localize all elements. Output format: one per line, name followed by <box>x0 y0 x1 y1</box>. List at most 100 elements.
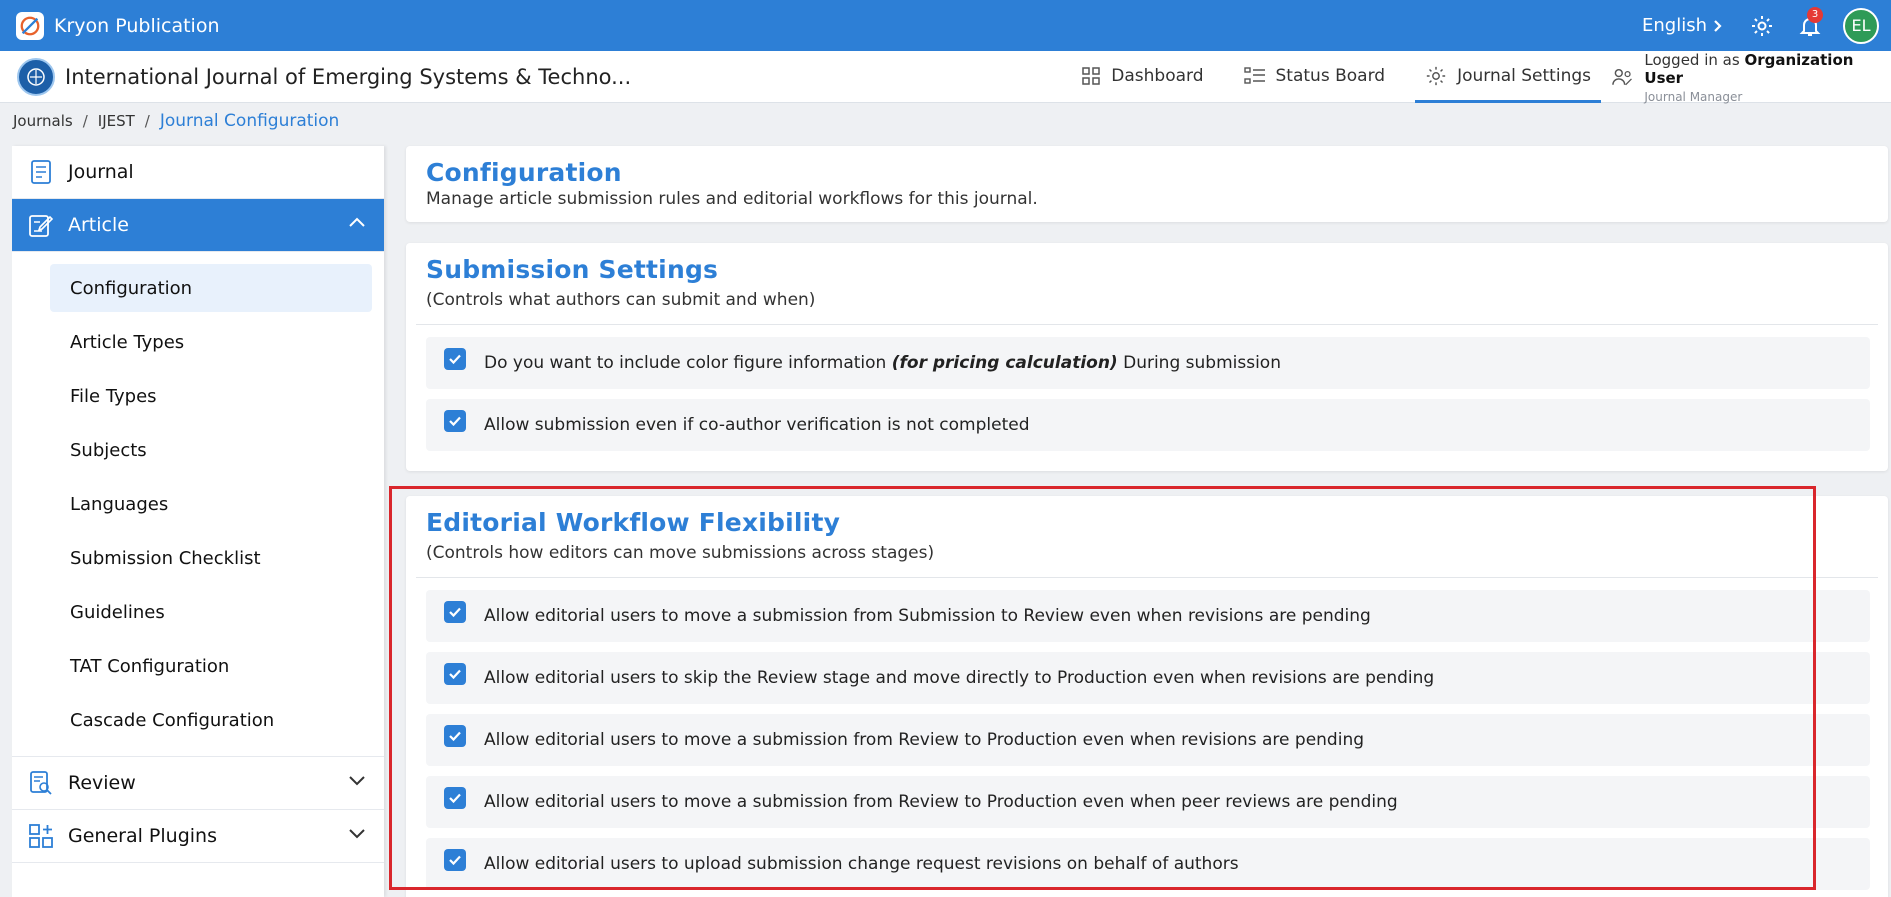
checkbox-workflow-1[interactable] <box>444 601 466 623</box>
sidebar-subitem-configuration[interactable]: Configuration <box>50 264 372 312</box>
sidebar-item-journal[interactable]: Journal <box>12 146 384 199</box>
option-color-figure-text: Do you want to include color figure info… <box>484 353 887 373</box>
users-icon <box>1612 68 1632 86</box>
check-icon <box>449 793 461 804</box>
check-icon <box>449 607 461 618</box>
notification-bell-icon[interactable]: 3 <box>1795 6 1825 41</box>
submission-settings-title: Submission Settings <box>426 255 719 284</box>
notification-badge: 3 <box>1807 6 1823 23</box>
sidebar-subitem-subjects[interactable]: Subjects <box>50 426 372 474</box>
plugins-icon <box>28 823 54 849</box>
option-workflow-2: Allow editorial users to skip the Review… <box>426 652 1870 704</box>
tab-journal-settings[interactable]: Journal Settings <box>1415 51 1601 103</box>
journal-header: International Journal of Emerging System… <box>0 51 1891 104</box>
chevron-right-icon <box>1714 19 1722 32</box>
user-avatar[interactable]: EL <box>1843 7 1879 44</box>
settings-sidebar: Journal Article Configuration Article Ty… <box>12 146 384 897</box>
chevron-down-icon[interactable] <box>348 774 366 786</box>
option-color-figure-emphasis: (for pricing calculation) <box>891 353 1118 373</box>
logged-in-line: Logged in as Organization User <box>1644 51 1891 87</box>
editorial-workflow-title: Editorial Workflow Flexibility <box>426 508 841 537</box>
settings-gear-icon[interactable] <box>1747 11 1777 41</box>
option-color-figure-label: Do you want to include color figure info… <box>484 353 1281 373</box>
submission-settings-card: Submission Settings (Controls what autho… <box>406 243 1888 471</box>
breadcrumb-separator: / <box>82 112 88 130</box>
checkbox-workflow-4[interactable] <box>444 787 466 809</box>
option-workflow-1: Allow editorial users to move a submissi… <box>426 590 1870 642</box>
breadcrumb-journals[interactable]: Journals <box>13 112 73 131</box>
page-title: Configuration <box>426 158 622 187</box>
configuration-card: Configuration Manage article submission … <box>406 146 1888 222</box>
sidebar-item-journal-label: Journal <box>68 161 134 183</box>
journal-icon <box>28 159 54 185</box>
article-submenu: Configuration Article Types File Types S… <box>12 252 384 757</box>
journal-logo-icon <box>17 57 55 96</box>
checkbox-workflow-5[interactable] <box>444 849 466 871</box>
user-role: Journal Manager <box>1644 89 1743 104</box>
chevron-down-icon[interactable] <box>348 827 366 839</box>
logged-in-user[interactable]: Logged in as Organization User Journal M… <box>1611 51 1891 104</box>
divider <box>416 577 1878 578</box>
tab-dashboard[interactable]: Dashboard <box>1071 51 1213 103</box>
check-icon <box>449 731 461 742</box>
option-workflow-5: Allow editorial users to upload submissi… <box>426 838 1870 890</box>
check-icon <box>449 416 461 427</box>
tab-status-board[interactable]: Status Board <box>1234 51 1396 103</box>
sidebar-item-article-label: Article <box>68 214 129 236</box>
check-icon <box>449 354 461 365</box>
breadcrumb: Journals / IJEST / Journal Configuration <box>13 111 340 131</box>
checkbox-workflow-3[interactable] <box>444 725 466 747</box>
sidebar-item-general-plugins-label: General Plugins <box>68 825 217 847</box>
option-workflow-4: Allow editorial users to move a submissi… <box>426 776 1870 828</box>
review-icon <box>28 770 54 796</box>
breadcrumb-current: Journal Configuration <box>159 111 340 131</box>
option-color-figure-suffix: During submission <box>1123 353 1281 373</box>
language-label: English <box>1642 15 1707 36</box>
option-coauthor-verification: Allow submission even if co-author verif… <box>426 399 1870 451</box>
gear-icon <box>1426 66 1446 85</box>
breadcrumb-ijest[interactable]: IJEST <box>98 112 135 131</box>
breadcrumb-separator: / <box>144 112 150 130</box>
sidebar-subitem-tat-configuration[interactable]: TAT Configuration <box>50 642 372 690</box>
checkbox-workflow-2[interactable] <box>444 663 466 685</box>
sidebar-subitem-file-types[interactable]: File Types <box>50 372 372 420</box>
divider <box>416 324 1878 325</box>
option-coauthor-verification-label: Allow submission even if co-author verif… <box>484 415 1030 435</box>
sidebar-subitem-guidelines[interactable]: Guidelines <box>50 588 372 636</box>
sidebar-subitem-cascade-configuration[interactable]: Cascade Configuration <box>50 696 372 744</box>
journal-title: International Journal of Emerging System… <box>65 64 632 89</box>
top-bar: Kryon Publication English 3 EL <box>0 0 1891 51</box>
board-icon <box>1243 66 1265 84</box>
sidebar-item-review-label: Review <box>68 772 136 794</box>
checkbox-coauthor-verification[interactable] <box>444 410 466 432</box>
checkbox-color-figure[interactable] <box>444 348 466 370</box>
option-workflow-2-label: Allow editorial users to skip the Review… <box>484 668 1435 688</box>
sidebar-subitem-submission-checklist[interactable]: Submission Checklist <box>50 534 372 582</box>
check-icon <box>449 669 461 680</box>
sidebar-subitem-article-types[interactable]: Article Types <box>50 318 372 366</box>
editorial-workflow-card: Editorial Workflow Flexibility (Controls… <box>406 496 1888 897</box>
sidebar-item-article[interactable]: Article <box>12 199 384 252</box>
option-workflow-1-label: Allow editorial users to move a submissi… <box>484 606 1371 626</box>
app-title: Kryon Publication <box>54 14 220 37</box>
option-workflow-3: Allow editorial users to move a submissi… <box>426 714 1870 766</box>
option-workflow-5-label: Allow editorial users to upload submissi… <box>484 854 1239 874</box>
app-logo-icon[interactable] <box>16 11 44 40</box>
tab-dashboard-label: Dashboard <box>1111 65 1204 86</box>
main-nav: Dashboard Status Board Journal Settings <box>1051 51 1601 103</box>
option-workflow-4-label: Allow editorial users to move a submissi… <box>484 792 1398 812</box>
language-selector[interactable]: English <box>1642 15 1723 36</box>
sidebar-item-general-plugins[interactable]: General Plugins <box>12 810 384 863</box>
page-subtitle: Manage article submission rules and edit… <box>426 189 1038 209</box>
tab-status-board-label: Status Board <box>1275 65 1386 86</box>
main-content: Configuration Manage article submission … <box>406 146 1891 897</box>
tab-journal-settings-label: Journal Settings <box>1457 65 1591 86</box>
sidebar-subitem-languages[interactable]: Languages <box>50 480 372 528</box>
article-edit-icon <box>28 212 54 238</box>
chevron-up-icon[interactable] <box>348 216 366 228</box>
check-icon <box>449 855 461 866</box>
logged-in-prefix: Logged in as <box>1644 50 1740 69</box>
option-workflow-3-label: Allow editorial users to move a submissi… <box>484 730 1365 750</box>
editorial-workflow-subtitle: (Controls how editors can move submissio… <box>426 543 935 563</box>
sidebar-item-review[interactable]: Review <box>12 757 384 810</box>
